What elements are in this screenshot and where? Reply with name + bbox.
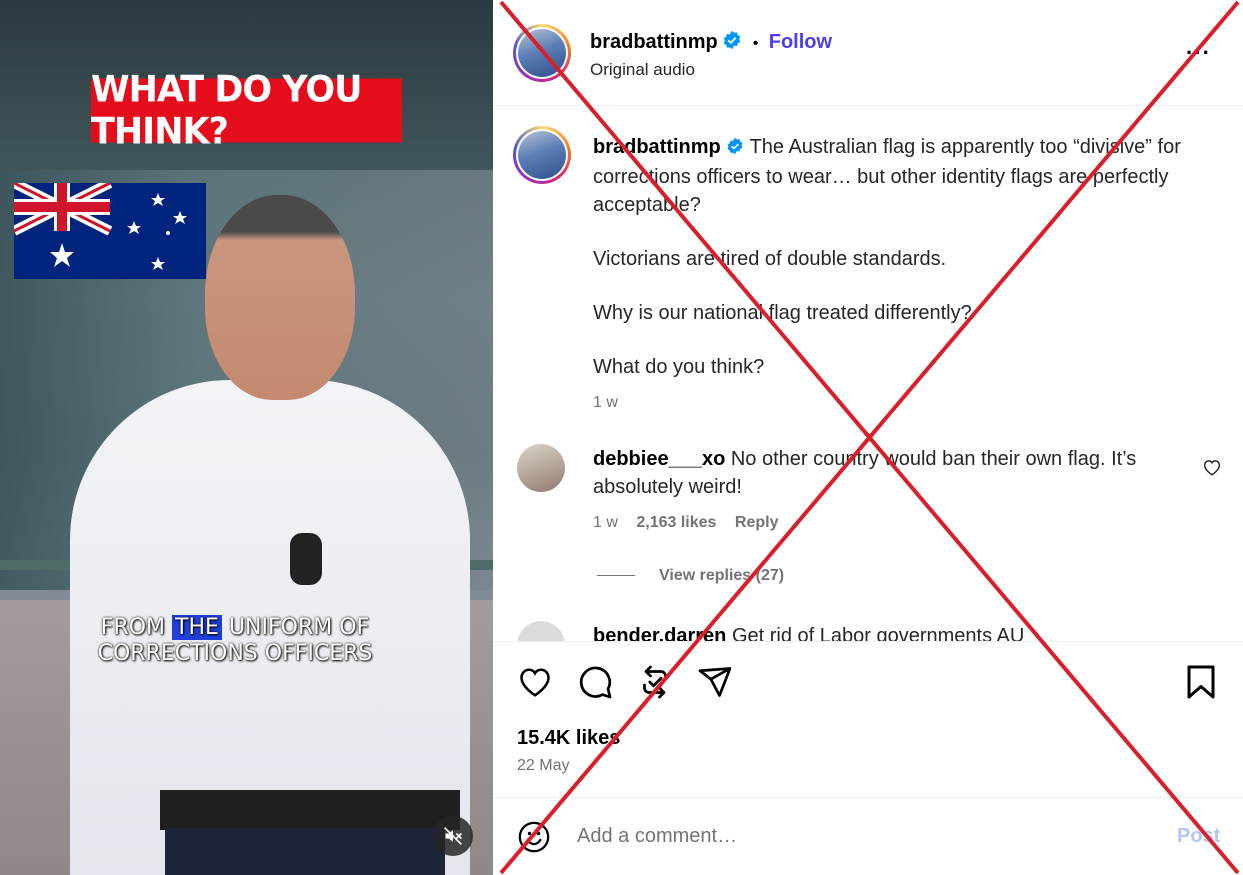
comment-likes[interactable]: 2,163 likes	[636, 514, 716, 531]
mute-button[interactable]	[433, 816, 473, 856]
comment-composer: Add a comment… Post	[493, 797, 1243, 875]
caption-time[interactable]: 1 w	[593, 389, 1193, 417]
australian-flag-icon	[14, 183, 206, 279]
post-panel: bradbattinmp • Follow Original audio ···…	[493, 0, 1243, 875]
header-separator: •	[752, 35, 759, 52]
caption-paragraph: Why is our national flag treated differe…	[593, 302, 972, 324]
subtitle-line: CORRECTIONS OFFICERS	[97, 641, 373, 666]
post-comment-button[interactable]: Post	[1177, 825, 1220, 848]
audio-label[interactable]: Original audio	[590, 60, 695, 80]
caption-username[interactable]: bradbattinmp	[593, 136, 721, 158]
subtitle-word: UNIFORM OF	[228, 615, 370, 640]
replies-divider	[597, 575, 635, 576]
lapel-microphone	[290, 533, 322, 585]
comment-input[interactable]: Add a comment…	[577, 825, 737, 848]
repost-icon[interactable]	[637, 664, 673, 700]
post-caption: bradbattinmp The Australian flag is appa…	[593, 133, 1193, 417]
caption-paragraph: Victorians are tired of double standards…	[593, 248, 947, 270]
reel-video[interactable]: WHAT DO YOU THINK? FROM THE UNIFORM OF C…	[0, 0, 493, 875]
follow-button[interactable]: Follow	[769, 31, 832, 53]
muted-speaker-icon	[444, 827, 462, 845]
comment-like-icon[interactable]	[1202, 458, 1222, 476]
reply-button[interactable]: Reply	[735, 514, 779, 531]
comment-text: Get rid of Labor governments AU	[731, 625, 1025, 641]
speaker-belt	[160, 790, 460, 830]
commenter-avatar[interactable]	[517, 444, 565, 492]
save-bookmark-icon[interactable]	[1185, 664, 1217, 700]
more-options-button[interactable]: ···	[1186, 40, 1211, 66]
comment: debbiee___xo No other country would ban …	[593, 445, 1163, 501]
commenter-username[interactable]: debbiee___xo	[593, 448, 725, 470]
caption-paragraph: What do you think?	[593, 356, 765, 378]
verified-badge-icon	[726, 135, 744, 163]
post-header: bradbattinmp • Follow Original audio ···	[493, 0, 1243, 106]
author-username[interactable]: bradbattinmp	[590, 31, 718, 53]
author-avatar[interactable]	[513, 24, 571, 82]
speaker-head	[205, 195, 355, 400]
comments-scroll-area[interactable]: bradbattinmp The Australian flag is appa…	[493, 107, 1243, 641]
comment: bender.darren Get rid of Labor governmen…	[593, 622, 1163, 641]
likes-count[interactable]: 15.4K likes	[517, 727, 620, 750]
video-subtitle: FROM THE UNIFORM OF CORRECTIONS OFFICERS	[70, 615, 400, 667]
verified-badge-icon	[722, 30, 742, 55]
commenter-avatar[interactable]	[517, 621, 565, 641]
emoji-icon[interactable]	[517, 820, 551, 854]
subtitle-word: FROM	[100, 615, 166, 640]
share-send-icon[interactable]	[697, 664, 733, 700]
subtitle-highlight: THE	[172, 615, 222, 640]
comment-bubble-icon[interactable]	[577, 664, 613, 700]
caption-author-avatar[interactable]	[513, 126, 571, 184]
comment-time[interactable]: 1 w	[593, 514, 618, 531]
post-date[interactable]: 22 May	[517, 757, 569, 775]
video-overlay-title: WHAT DO YOU THINK?	[91, 69, 402, 153]
action-bar: 15.4K likes 22 May	[493, 641, 1243, 797]
speaker-pants	[165, 828, 445, 875]
like-heart-icon[interactable]	[517, 664, 553, 698]
commenter-username[interactable]: bender.darren	[593, 625, 726, 641]
view-replies-button[interactable]: View replies (27)	[659, 567, 784, 585]
